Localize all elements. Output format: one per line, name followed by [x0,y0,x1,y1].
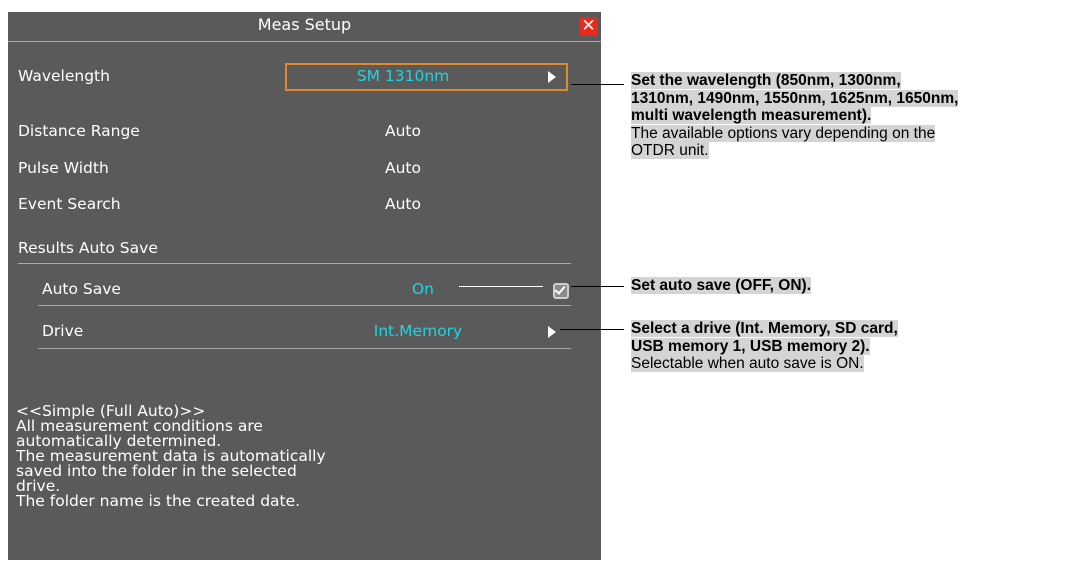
dialog-title: Meas Setup [257,15,352,34]
auto-save-callout-line [571,286,624,287]
annotation-line: USB memory 1, USB memory 2). [631,337,870,355]
auto-save-annotation: Set auto save (OFF, ON). [631,277,812,295]
auto-save-leader-inner [459,286,543,287]
row-divider [38,348,571,349]
annotation-line: Select a drive (Int. Memory, SD card, [631,320,898,337]
auto-save-label: Auto Save [42,280,121,298]
annotation-line: 1310nm, 1490nm, 1550nm, 1625nm, 1650nm, [631,89,959,107]
annotation-line: The available options vary depending on … [631,124,936,142]
distance-range-value: Auto [385,122,421,140]
wavelength-annotation: Set the wavelength (850nm, 1300nm, 1310n… [631,72,959,160]
annotation-line: Selectable when auto save is ON. [631,355,864,372]
drive-label: Drive [42,322,84,340]
annotation-line: multi wavelength measurement). [631,107,872,124]
auto-save-value: On [411,280,435,298]
chevron-right-icon [548,71,556,83]
annotation-line: Set auto save (OFF, ON). [631,277,812,294]
annotation-line: Set the wavelength (850nm, 1300nm, [631,72,901,89]
section-divider [18,263,571,264]
description-line: saved into the folder in the selected [16,462,297,480]
title-divider [8,41,601,42]
row-divider [38,305,571,306]
distance-range-label: Distance Range [18,122,140,140]
drive-value: Int.Memory [373,322,463,340]
mode-description: <<Simple (Full Auto)>> All measurement c… [16,403,436,510]
pulse-width-value: Auto [385,159,421,177]
event-search-label: Event Search [18,195,121,213]
chevron-right-icon [548,326,556,338]
drive-annotation: Select a drive (Int. Memory, SD card, US… [631,320,898,373]
drive-callout-line [560,329,624,330]
description-line: The folder name is the created date. [16,492,301,510]
wavelength-callout-line [571,84,624,85]
wavelength-value: SM 1310nm [356,67,450,85]
auto-save-checkbox[interactable] [553,283,569,299]
pulse-width-label: Pulse Width [18,159,109,177]
annotation-line: OTDR unit. [631,142,709,159]
results-auto-save-heading: Results Auto Save [18,239,158,257]
wavelength-label: Wavelength [18,67,110,85]
close-icon[interactable]: ✕ [579,17,598,36]
dialog-titlebar: Meas Setup ✕ [8,12,601,40]
event-search-value: Auto [385,195,421,213]
